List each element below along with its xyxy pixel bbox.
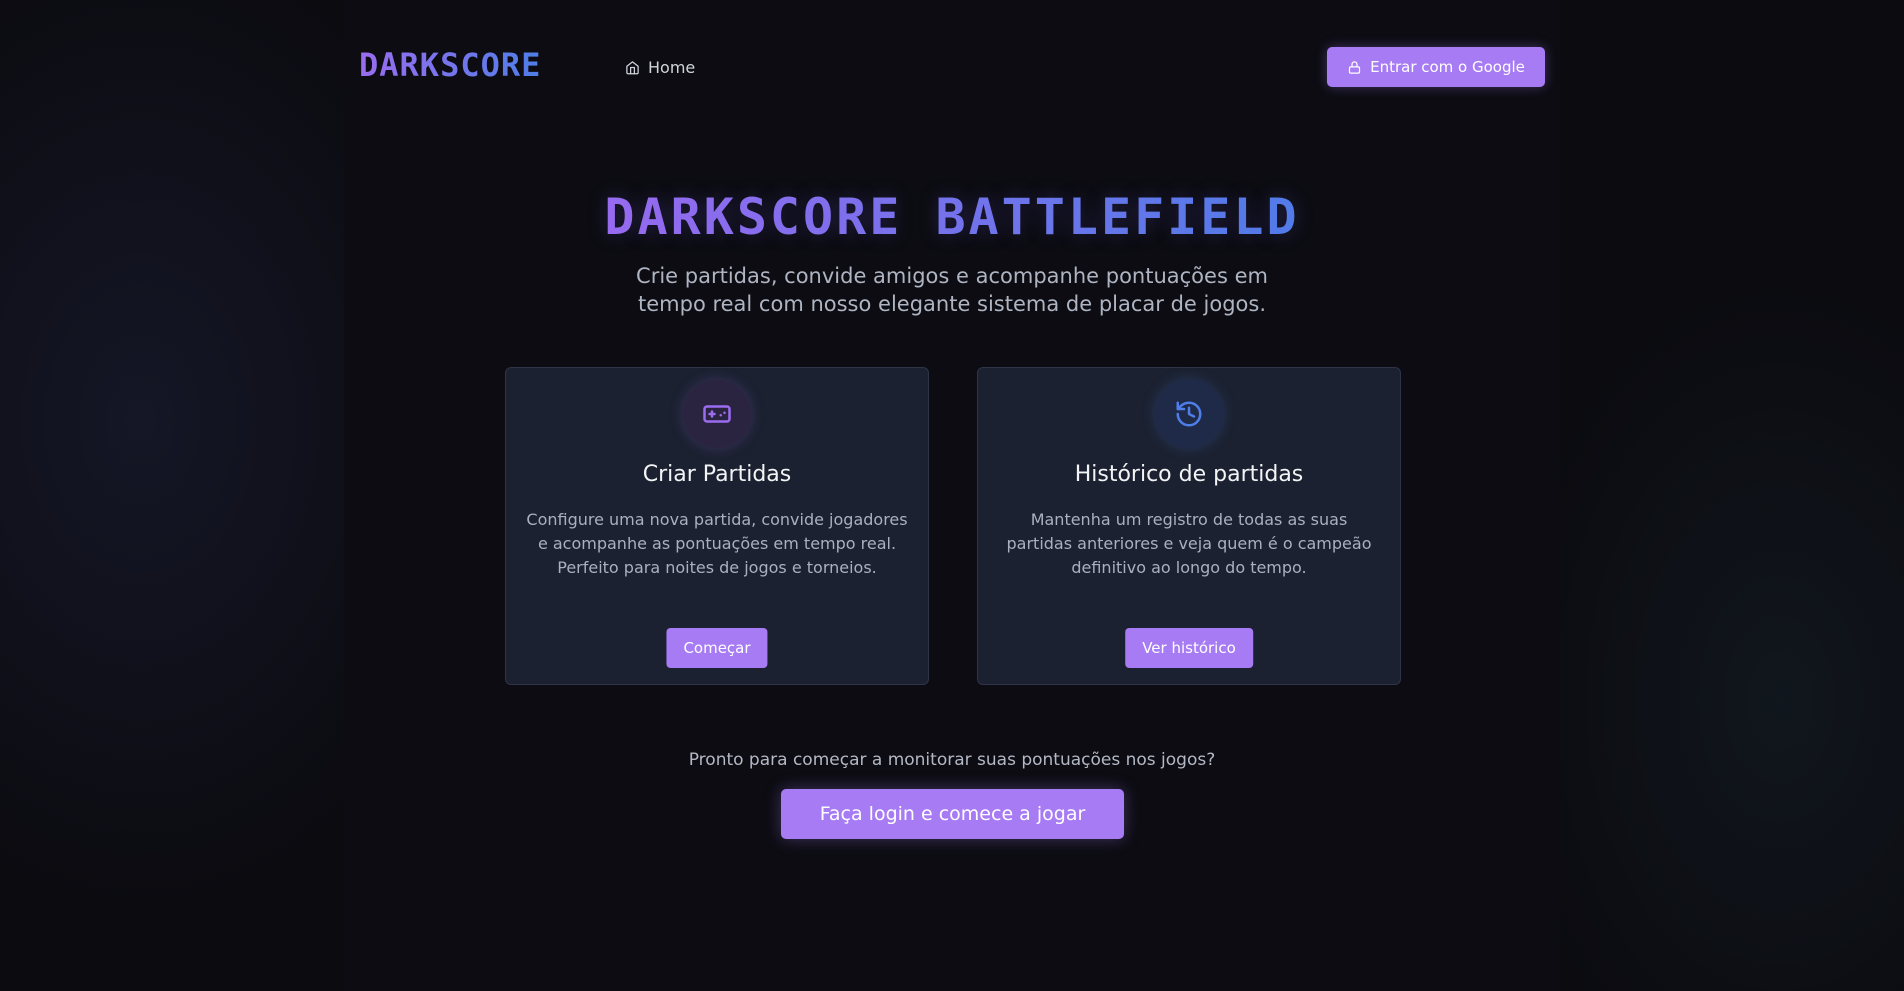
login-and-play-button[interactable]: Faça login e comece a jogar <box>781 789 1124 839</box>
lock-icon <box>1348 60 1361 74</box>
gamepad-icon <box>703 405 731 423</box>
cta-text: Pronto para começar a monitorar suas pon… <box>688 750 1216 770</box>
history-icon-circle <box>1155 380 1223 448</box>
page: DARKSCORE Home Entrar com o Google DARKS… <box>0 0 1904 991</box>
start-button[interactable]: Começar <box>666 628 768 668</box>
match-history-description: Mantenha um registro de todas as suas pa… <box>1006 510 1372 577</box>
logo[interactable]: DARKSCORE <box>359 46 541 84</box>
history-icon <box>1176 401 1202 427</box>
create-match-icon-circle <box>683 380 751 448</box>
hero-subtitle: Crie partidas, convide amigos e acompanh… <box>636 264 1268 316</box>
create-match-card: Criar Partidas Configure uma nova partid… <box>505 367 929 685</box>
match-history-card: Histórico de partidas Mantenha um regist… <box>977 367 1401 685</box>
google-login-button[interactable]: Entrar com o Google <box>1327 47 1545 87</box>
create-match-description: Configure uma nova partida, convide joga… <box>526 510 908 577</box>
create-match-title: Criar Partidas <box>642 462 792 487</box>
hero-title: DARKSCORE BATTLEFIELD <box>604 188 1300 246</box>
view-history-button[interactable]: Ver histórico <box>1125 628 1253 668</box>
nav-home-link[interactable]: Home <box>625 56 695 78</box>
nav-home-label: Home <box>648 57 696 77</box>
google-login-label: Entrar com o Google <box>1370 58 1525 76</box>
home-icon <box>626 60 639 74</box>
match-history-title: Histórico de partidas <box>1074 462 1304 487</box>
